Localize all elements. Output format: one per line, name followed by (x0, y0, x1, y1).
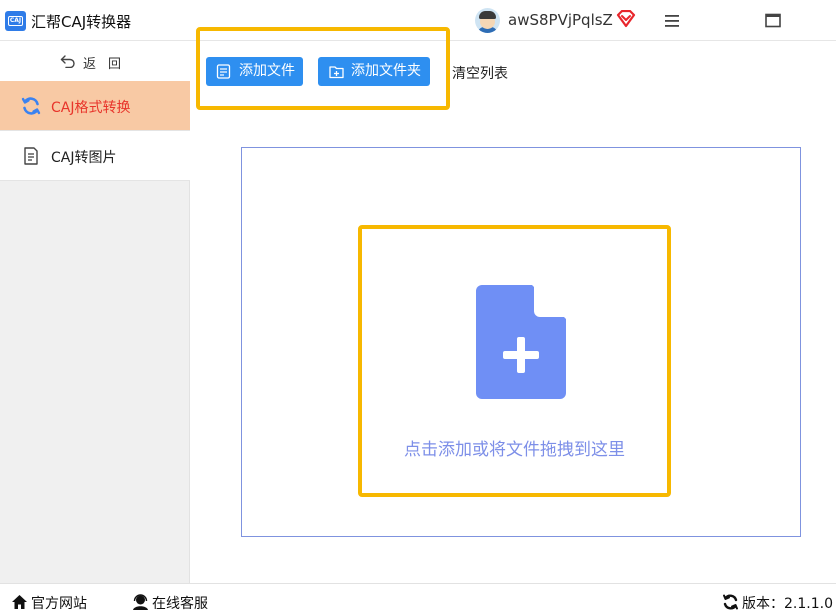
online-service-label: 在线客服 (152, 596, 208, 612)
sidebar-item-label: CAJ转图片 (51, 150, 117, 166)
sidebar-item-caj-to-image[interactable]: CAJ转图片 (0, 131, 190, 181)
add-file-label: 添加文件 (239, 63, 295, 79)
version-info[interactable]: 版本：2.1.1.0 (722, 593, 833, 613)
add-file-icon (216, 64, 231, 79)
official-website-label: 官方网站 (31, 596, 87, 612)
add-folder-button[interactable]: 添加文件夹 (318, 57, 430, 86)
back-button[interactable]: 返回 (0, 41, 190, 81)
vip-diamond-icon[interactable] (616, 10, 636, 28)
sidebar-item-label: CAJ格式转换 (51, 100, 131, 116)
add-file-button[interactable]: 添加文件 (206, 57, 303, 86)
official-website-link[interactable]: 官方网站 (11, 593, 87, 613)
footer: 官方网站 在线客服 版本：2.1.1.0 (0, 583, 836, 616)
app-title: 汇帮CAJ转换器 (31, 13, 132, 31)
user-avatar[interactable] (475, 8, 500, 33)
app-logo-text: CAJ (8, 16, 23, 26)
add-folder-icon (329, 66, 344, 79)
version-label: 版本：2.1.1.0 (742, 596, 833, 612)
menu-icon[interactable] (664, 14, 680, 28)
back-label: 返回 (83, 57, 134, 72)
online-service-link[interactable]: 在线客服 (132, 593, 208, 613)
app-logo-icon: CAJ (5, 11, 26, 31)
clear-list-button[interactable]: 清空列表 (452, 63, 508, 83)
drop-zone-hint[interactable]: 点击添加或将文件拖拽到这里 (404, 435, 625, 460)
document-icon (24, 147, 38, 165)
maximize-icon[interactable] (765, 13, 781, 28)
add-folder-label: 添加文件夹 (351, 63, 421, 79)
refresh-icon (21, 97, 41, 115)
file-plus-icon[interactable] (476, 285, 566, 399)
username[interactable]: awS8PVjPqlsZ (508, 11, 613, 29)
sidebar: 返回 CAJ格式转换 CAJ转图片 (0, 41, 190, 583)
sidebar-item-caj-format-convert[interactable]: CAJ格式转换 (0, 81, 190, 131)
back-arrow-icon (60, 55, 75, 68)
